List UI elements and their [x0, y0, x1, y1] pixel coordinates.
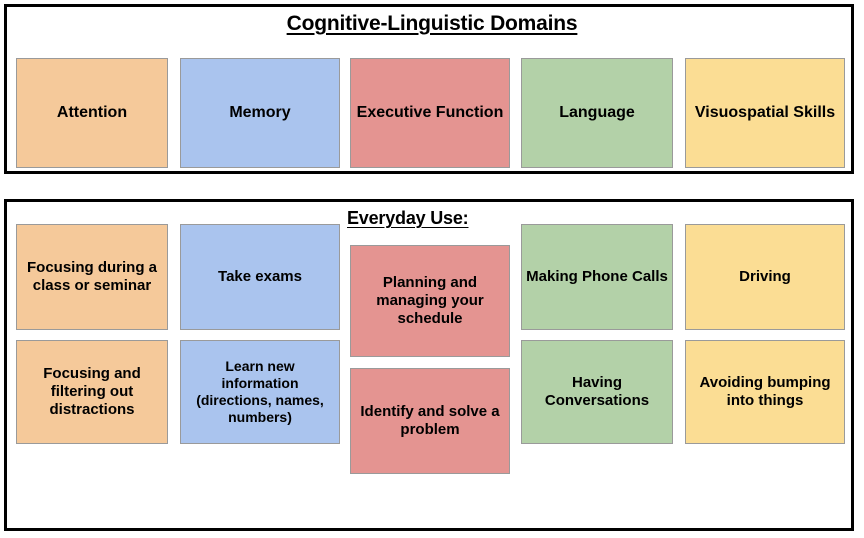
- everyday-box-executive-function-2: Identify and solve a problem: [350, 368, 510, 474]
- domain-box-memory: Memory: [180, 58, 340, 168]
- domain-label-attention: Attention: [56, 104, 128, 122]
- everyday-box-attention-1: Focusing during a class or seminar: [16, 224, 168, 330]
- everyday-label-visuospatial-2: Avoiding bumping into things: [699, 373, 831, 409]
- domain-label-executive-function: Executive Function: [356, 104, 504, 122]
- everyday-label-attention-2: Focusing and filtering out distractions: [43, 364, 141, 419]
- everyday-box-language-1: Making Phone Calls: [521, 224, 673, 330]
- everyday-use-title: Everyday Use:: [347, 208, 469, 228]
- domain-box-attention: Attention: [16, 58, 168, 168]
- domain-box-visuospatial-skills: Visuospatial Skills: [685, 58, 845, 168]
- everyday-box-visuospatial-2: Avoiding bumping into things: [685, 340, 845, 444]
- everyday-box-attention-2: Focusing and filtering out distractions: [16, 340, 168, 444]
- domain-label-language: Language: [559, 104, 635, 122]
- everyday-label-memory-2: Learn new information (directions, names…: [196, 357, 324, 426]
- everyday-box-memory-2: Learn new information (directions, names…: [180, 340, 340, 444]
- domain-box-executive-function: Executive Function: [350, 58, 510, 168]
- everyday-label-executive-function-1: Planning and managing your schedule: [376, 273, 484, 328]
- everyday-box-language-2: Having Conversations: [521, 340, 673, 444]
- diagram-canvas: Cognitive-Linguistic Domains Attention M…: [0, 0, 864, 538]
- everyday-label-language-1: Making Phone Calls: [526, 267, 668, 285]
- domain-box-language: Language: [521, 58, 673, 168]
- everyday-box-executive-function-1: Planning and managing your schedule: [350, 245, 510, 357]
- everyday-label-memory-1: Take exams: [218, 267, 302, 285]
- everyday-label-visuospatial-1: Driving: [739, 267, 791, 285]
- domain-label-memory: Memory: [229, 104, 291, 122]
- everyday-label-attention-1: Focusing during a class or seminar: [27, 258, 157, 294]
- everyday-box-memory-1: Take exams: [180, 224, 340, 330]
- everyday-label-language-2: Having Conversations: [544, 373, 650, 409]
- everyday-box-visuospatial-1: Driving: [685, 224, 845, 330]
- everyday-label-executive-function-2: Identify and solve a problem: [360, 402, 500, 438]
- domain-label-visuospatial-skills: Visuospatial Skills: [694, 104, 836, 122]
- domains-panel-title: Cognitive-Linguistic Domains: [286, 12, 578, 35]
